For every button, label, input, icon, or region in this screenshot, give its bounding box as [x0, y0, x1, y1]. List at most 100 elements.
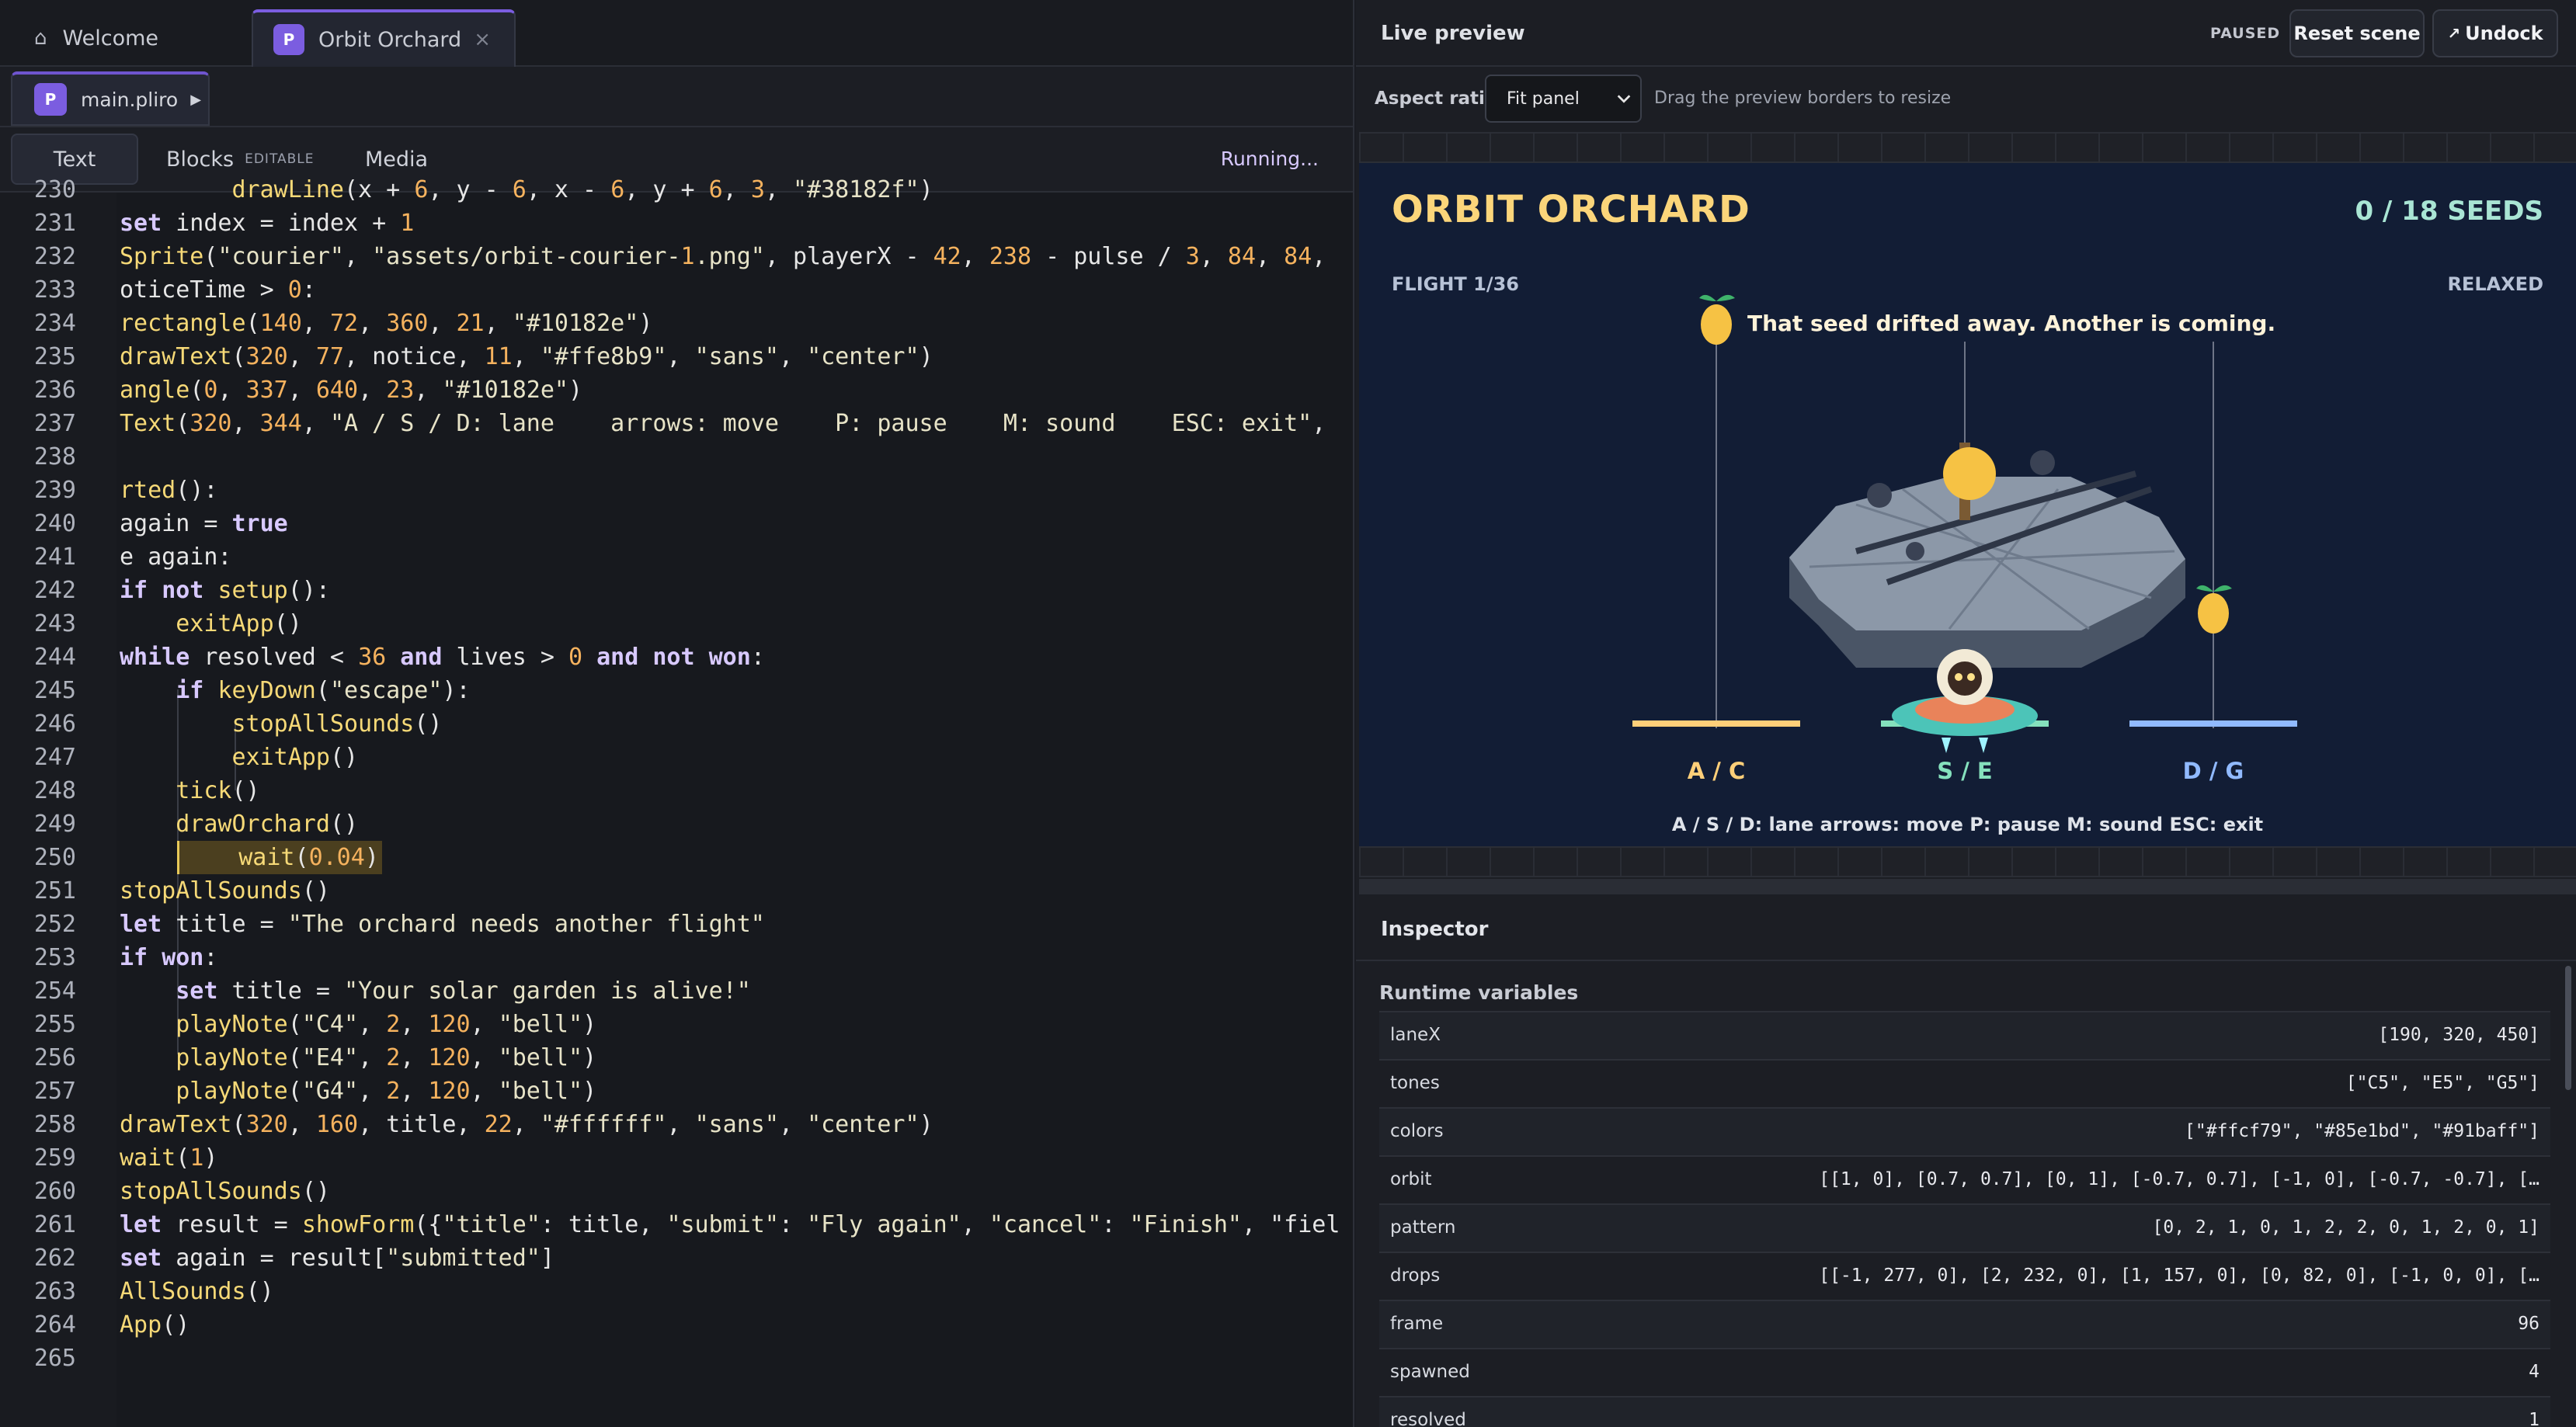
panel-splitter[interactable]	[1359, 879, 2576, 894]
code-line[interactable]: 232 Sprite("courier", "assets/orbit-couri…	[0, 240, 1353, 273]
file-tab-main[interactable]: P main.pliro ▶	[11, 71, 210, 126]
resize-ruler-top[interactable]	[1359, 132, 2576, 163]
code-line[interactable]: 263 AllSounds()	[0, 1275, 1353, 1308]
code-line[interactable]: 247 exitApp()	[0, 741, 1353, 774]
line-number: 254	[33, 977, 76, 1005]
code-line[interactable]: 240 again = true	[0, 507, 1353, 540]
play-icon[interactable]: ▶	[190, 92, 201, 108]
code-line[interactable]: 244 while resolved < 36 and lives > 0 and…	[0, 641, 1353, 674]
reset-scene-button[interactable]: Reset scene	[2289, 9, 2425, 57]
code-line[interactable]: 248 tick()	[0, 774, 1353, 807]
code-text: playNote("E4", 2, 120, "bell")	[176, 1044, 597, 1071]
code-text: tick()	[176, 777, 260, 804]
game-canvas[interactable]: ORBIT ORCHARD 0 / 18 SEEDS FLIGHT 1/36 R…	[1359, 163, 2576, 846]
code-line[interactable]: 241 e again:	[0, 540, 1353, 574]
close-icon[interactable]: ×	[474, 28, 491, 51]
project-badge: P	[273, 24, 304, 55]
runtime-variables-heading: Runtime variables	[1379, 981, 1579, 1004]
line-number: 238	[33, 443, 76, 470]
variable-row[interactable]: drops [[-1, 277, 0], [2, 232, 0], [1, 157…	[1379, 1252, 2550, 1300]
file-name: main.pliro	[81, 88, 179, 111]
inspector-title: Inspector	[1381, 918, 1489, 941]
variable-name: colors	[1390, 1121, 1444, 1141]
code-line[interactable]: 236 angle(0, 337, 640, 23, "#10182e")	[0, 373, 1353, 407]
code-line[interactable]: 250 wait(0.04)	[0, 841, 1353, 874]
preview-title: Live preview	[1381, 22, 1525, 45]
variable-value: [190, 320, 450]	[2378, 1025, 2539, 1045]
code-line[interactable]: 261 let result = showForm({"title": title…	[0, 1208, 1353, 1241]
code-line[interactable]: 231 set index = index + 1	[0, 207, 1353, 240]
code-line[interactable]: 254 set title = "Your solar garden is al…	[0, 974, 1353, 1008]
code-line[interactable]: 265	[0, 1342, 1353, 1375]
game-scene	[1632, 294, 2297, 753]
code-line[interactable]: 264 App()	[0, 1308, 1353, 1342]
line-number: 239	[33, 477, 76, 504]
code-line[interactable]: 242 if not setup():	[0, 574, 1353, 607]
aspect-ratio-label: Aspect ratio	[1375, 89, 1497, 109]
code-line[interactable]: 260 stopAllSounds()	[0, 1175, 1353, 1208]
variable-value: 96	[2518, 1314, 2539, 1334]
lane-pad-d	[2129, 720, 2297, 727]
code-line[interactable]: 239 rted():	[0, 474, 1353, 507]
divider	[1356, 960, 2576, 961]
code-line[interactable]: 234 rectangle(140, 72, 360, 21, "#10182e"…	[0, 307, 1353, 340]
variable-row[interactable]: orbit [[1, 0], [0.7, 0.7], [0, 1], [-0.7,…	[1379, 1155, 2550, 1203]
variable-row[interactable]: spawned 4	[1379, 1348, 2550, 1396]
tab-orbit-orchard[interactable]: P Orbit Orchard ×	[252, 9, 516, 67]
code-line[interactable]: 243 exitApp()	[0, 607, 1353, 641]
line-number: 230	[33, 176, 76, 203]
line-number: 257	[33, 1078, 76, 1105]
code-line[interactable]: 259 wait(1)	[0, 1141, 1353, 1175]
code-line[interactable]: 249 drawOrchard()	[0, 807, 1353, 841]
code-text: set again = result["submitted"]	[120, 1245, 554, 1272]
tab-welcome[interactable]: ⌂ Welcome	[11, 9, 244, 67]
aspect-ratio-select[interactable]: Fit panel	[1485, 75, 1642, 123]
code-text: stopAllSounds()	[120, 1178, 330, 1205]
code-line[interactable]: 257 playNote("G4", 2, 120, "bell")	[0, 1075, 1353, 1108]
variable-row[interactable]: resolved 1	[1379, 1396, 2550, 1427]
code-line[interactable]: 245 if keyDown("escape"):	[0, 674, 1353, 707]
code-text: e again:	[120, 543, 232, 571]
variable-name: spawned	[1390, 1362, 1470, 1382]
line-number: 236	[33, 377, 76, 404]
code-text: angle(0, 337, 640, 23, "#10182e")	[120, 377, 583, 404]
code-line[interactable]: 238	[0, 440, 1353, 474]
variable-name: orbit	[1390, 1169, 1432, 1189]
lane-label-a: A / C	[1687, 758, 1746, 784]
line-number: 259	[33, 1144, 76, 1172]
code-text: again = true	[120, 510, 288, 537]
orchard-platform	[1789, 443, 2185, 668]
code-editor[interactable]: 230 drawLine(x + 6, y - 6, x - 6, y + 6,…	[0, 176, 1353, 1427]
undock-button[interactable]: ↗ Undock	[2432, 9, 2558, 57]
code-text: rectangle(140, 72, 360, 21, "#10182e")	[120, 310, 653, 337]
line-number: 263	[33, 1278, 76, 1305]
code-line[interactable]: 255 playNote("C4", 2, 120, "bell")	[0, 1008, 1353, 1041]
code-line[interactable]: 230 drawLine(x + 6, y - 6, x - 6, y + 6,…	[0, 173, 1353, 207]
line-number: 234	[33, 310, 76, 337]
home-icon: ⌂	[34, 26, 47, 50]
code-line[interactable]: 237 Text(320, 344, "A / S / D: lane arrow…	[0, 407, 1353, 440]
code-text: AllSounds()	[120, 1278, 274, 1305]
variable-row[interactable]: colors ["#ffcf79", "#85e1bd", "#91baff"]	[1379, 1107, 2550, 1155]
resize-ruler-bottom[interactable]	[1359, 846, 2576, 877]
line-number: 240	[33, 510, 76, 537]
code-text: Text(320, 344, "A / S / D: lane arrows: …	[120, 410, 1326, 437]
code-line[interactable]: 246 stopAllSounds()	[0, 707, 1353, 741]
variable-row[interactable]: laneX [190, 320, 450]	[1379, 1011, 2550, 1059]
variable-row[interactable]: pattern [0, 2, 1, 0, 1, 2, 2, 0, 1, 2, 0,…	[1379, 1203, 2550, 1252]
code-line[interactable]: 253 if won:	[0, 941, 1353, 974]
variable-row[interactable]: frame 96	[1379, 1300, 2550, 1348]
inspector-scrollbar[interactable]	[2565, 966, 2571, 1090]
code-line[interactable]: 252 let title = "The orchard needs anothe…	[0, 908, 1353, 941]
code-line[interactable]: 262 set again = result["submitted"]	[0, 1241, 1353, 1275]
code-line[interactable]: 251 stopAllSounds()	[0, 874, 1353, 908]
variable-name: drops	[1390, 1266, 1441, 1286]
variable-value: [[-1, 277, 0], [2, 232, 0], [1, 157, 0],…	[1819, 1266, 2539, 1286]
code-text: while resolved < 36 and lives > 0 and no…	[120, 644, 765, 671]
code-line[interactable]: 233 oticeTime > 0:	[0, 273, 1353, 307]
code-line[interactable]: 258 drawText(320, 160, title, 22, "#fffff…	[0, 1108, 1353, 1141]
variable-row[interactable]: tones ["C5", "E5", "G5"]	[1379, 1059, 2550, 1107]
variable-value: ["#ffcf79", "#85e1bd", "#91baff"]	[2185, 1121, 2539, 1141]
code-line[interactable]: 256 playNote("E4", 2, 120, "bell")	[0, 1041, 1353, 1075]
code-line[interactable]: 235 drawText(320, 77, notice, 11, "#ffe8b…	[0, 340, 1353, 373]
